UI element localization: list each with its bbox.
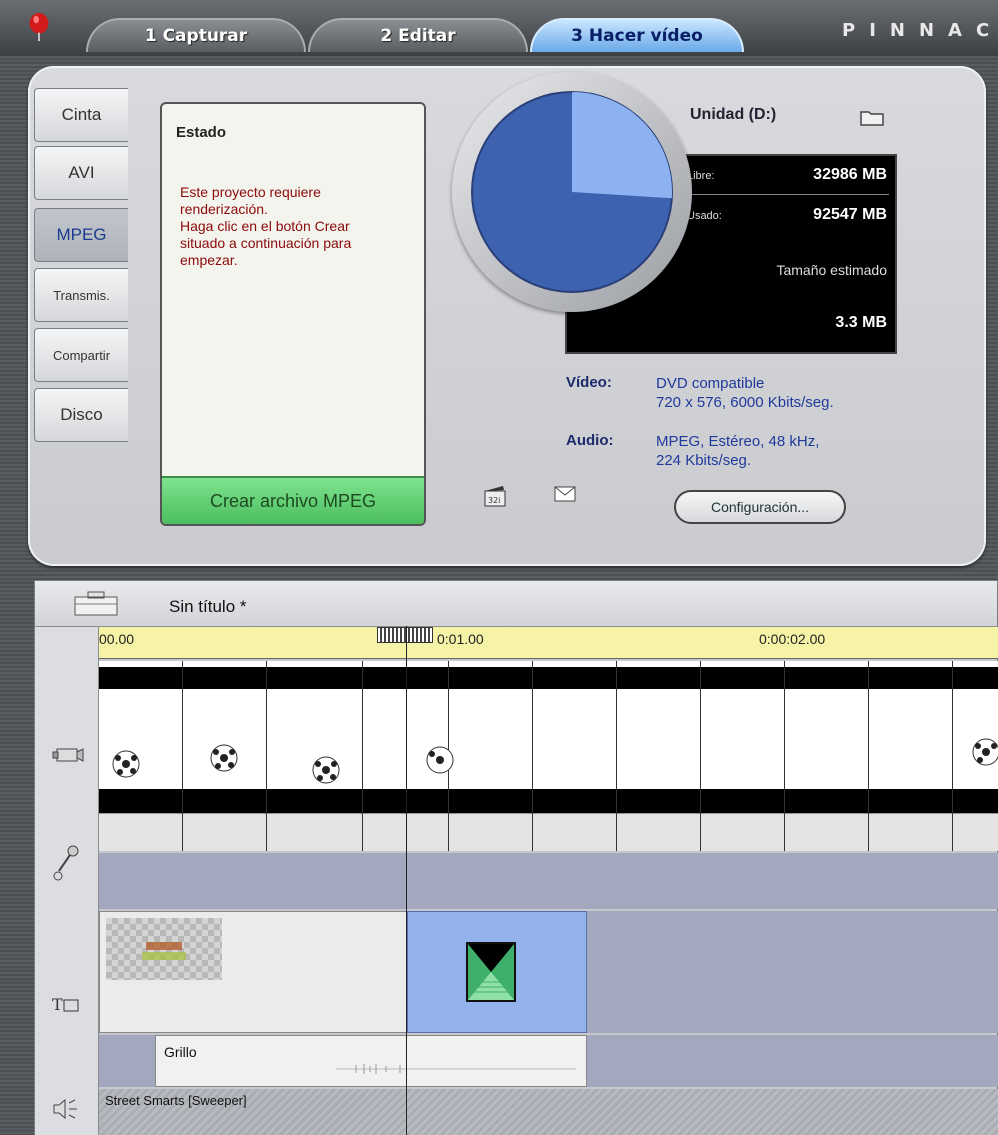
video-value: DVD compatible 720 x 576, 6000 Kbits/seg… <box>656 375 834 411</box>
transition-clip[interactable] <box>407 911 587 1033</box>
status-title: Estado <box>176 124 227 141</box>
title-clip[interactable] <box>99 911 407 1033</box>
pie-free-slice <box>572 92 672 199</box>
playhead-scrubber[interactable] <box>377 627 433 643</box>
divider <box>687 194 889 195</box>
soccer-ball-thumbnail <box>112 750 140 778</box>
timeline: Sin título * T 00.00 0:01.00 0:00:02.00 … <box>34 580 998 1135</box>
ruler-label-2: 0:00:02.00 <box>759 631 826 647</box>
time-ruler[interactable]: 00.00 0:01.00 0:00:02.00 <box>99 627 998 659</box>
side-tab-cinta[interactable]: Cinta <box>34 88 128 142</box>
toolbox-icon[interactable] <box>71 589 121 617</box>
side-tab-transmis[interactable]: Transmis. <box>34 268 128 322</box>
music-clip[interactable]: Street Smarts [Sweeper] <box>99 1089 407 1135</box>
track-icons-column: T <box>35 627 99 1135</box>
soccer-ball-thumbnail <box>210 744 238 772</box>
video-camera-icon <box>52 748 84 762</box>
microphone-icon <box>53 845 79 881</box>
free-space-row: Libre: 32986 MB <box>687 166 887 188</box>
video-frame <box>449 661 533 851</box>
playhead-line <box>406 626 407 1135</box>
create-mpeg-button[interactable]: Crear archivo MPEG <box>162 476 424 524</box>
side-tab-compartir[interactable]: Compartir <box>34 328 128 382</box>
side-tab-disco[interactable]: Disco <box>34 388 128 442</box>
video-frame <box>617 661 701 851</box>
hourglass-transition-icon <box>466 942 516 1002</box>
top-tab-bar: 1 Capturar 2 Editar 3 Hacer vídeo PINNAC <box>0 0 998 56</box>
video-track[interactable] <box>99 661 998 851</box>
ruler-label-1: 0:01.00 <box>437 631 484 647</box>
estimated-size-value: 3.3 MB <box>835 314 887 331</box>
tab-hacer-video[interactable]: 3 Hacer vídeo <box>530 18 744 52</box>
configuration-button[interactable]: Configuración... <box>674 490 846 524</box>
sound-effect-clip[interactable]: Grillo <box>155 1035 587 1087</box>
video-frame <box>785 661 869 851</box>
estimated-size-label: Tamaño estimado <box>776 262 887 278</box>
project-title: Sin título * <box>169 597 247 616</box>
soccer-ball-thumbnail <box>972 738 998 766</box>
tab-editar[interactable]: 2 Editar <box>308 18 528 52</box>
speaker-icon <box>53 1098 77 1120</box>
soccer-ball-thumbnail <box>312 756 340 784</box>
brand-name: PINNAC <box>842 20 998 41</box>
music-clip-label: Street Smarts [Sweeper] <box>105 1093 247 1108</box>
ruler-label-0: 00.00 <box>99 631 135 647</box>
svg-text:32i: 32i <box>488 496 500 505</box>
video-frame <box>869 661 953 851</box>
audio-value: MPEG, Estéreo, 48 kHz, 224 Kbits/seg. <box>656 433 820 469</box>
status-box: Estado Este proyecto requiere renderizac… <box>160 102 426 526</box>
used-space-row: Usado: 92547 MB <box>687 206 887 228</box>
title-track-icon: T <box>52 995 79 1014</box>
waveform-icon <box>336 1064 576 1074</box>
video-frame <box>701 661 785 851</box>
music-track[interactable]: Street Smarts [Sweeper] <box>99 1089 998 1135</box>
sound-effect-clip-label: Grillo <box>164 1044 197 1060</box>
free-value: 32986 MB <box>813 166 887 183</box>
sound-effects-track[interactable]: Grillo <box>99 1035 998 1087</box>
drive-label: Unidad (D:) <box>690 106 777 123</box>
audio-label: Audio: <box>566 432 614 449</box>
tab-capturar[interactable]: 1 Capturar <box>86 18 306 52</box>
video-frame <box>363 661 407 851</box>
status-message: Este proyecto requiere renderización. Ha… <box>180 184 352 268</box>
side-tab-avi[interactable]: AVI <box>34 146 128 200</box>
audio-track[interactable] <box>99 853 998 909</box>
title-thumbnail <box>106 918 222 980</box>
side-tab-mpeg[interactable]: MPEG <box>34 208 128 262</box>
disk-usage-pie <box>452 72 692 312</box>
used-label: Usado: <box>687 210 722 222</box>
soccer-ball-thumbnail <box>426 746 454 774</box>
email-icon[interactable] <box>554 486 576 502</box>
video-frame <box>533 661 617 851</box>
title-track[interactable] <box>99 911 998 1033</box>
video-label: Vídeo: <box>566 374 612 391</box>
clapper-icon[interactable]: 32i <box>482 482 508 508</box>
used-value: 92547 MB <box>813 206 887 223</box>
pinnacle-logo-icon <box>29 12 49 42</box>
svg-text:T: T <box>52 995 63 1014</box>
timeline-header: Sin título * <box>35 581 997 627</box>
folder-icon[interactable] <box>860 108 884 126</box>
title-graphic-icon <box>142 942 186 960</box>
audio-clip[interactable] <box>99 853 407 909</box>
